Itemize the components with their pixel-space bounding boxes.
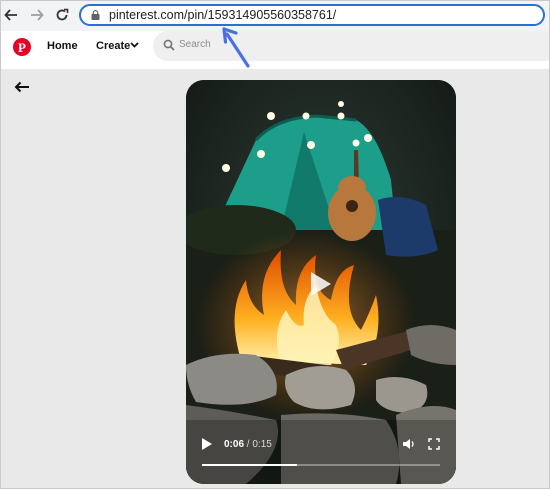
site-header: P Home Create Search <box>1 31 549 69</box>
duration: 0:15 <box>252 439 272 450</box>
back-arrow-icon[interactable] <box>14 81 30 93</box>
fullscreen-icon[interactable] <box>428 438 440 450</box>
play-overlay-icon[interactable] <box>301 266 337 302</box>
url-path: /pin/159314905560358761/ <box>184 8 337 22</box>
current-time: 0:06 <box>224 439 245 450</box>
video-controls: 0:06 / 0:15 <box>186 431 456 481</box>
url-host: pinterest.com <box>109 8 185 22</box>
browser-toolbar: pinterest.com/pin/159314905560358761/ <box>1 1 549 31</box>
nav-home[interactable]: Home <box>47 40 78 52</box>
play-icon[interactable] <box>201 437 213 451</box>
page-frame: pinterest.com/pin/159314905560358761/ P … <box>0 0 550 489</box>
volume-icon[interactable] <box>402 438 416 450</box>
forward-icon[interactable] <box>27 5 47 25</box>
annotation-arrow-icon <box>222 27 250 68</box>
search-placeholder: Search <box>179 39 211 50</box>
address-bar[interactable]: pinterest.com/pin/159314905560358761/ <box>79 4 545 26</box>
video-time: 0:06 / 0:15 <box>224 439 272 450</box>
lock-icon <box>91 10 100 20</box>
nav-create[interactable]: Create <box>96 40 130 52</box>
back-icon[interactable] <box>1 5 21 25</box>
reload-icon[interactable] <box>52 5 72 25</box>
search-icon <box>163 39 175 51</box>
video-progress-fill <box>202 464 298 466</box>
time-separator: / <box>246 439 250 450</box>
search-input[interactable]: Search <box>153 31 549 61</box>
logo-letter: P <box>18 40 26 55</box>
url-text: pinterest.com/pin/159314905560358761/ <box>109 8 336 22</box>
chevron-down-icon[interactable] <box>130 40 139 49</box>
pinterest-logo[interactable]: P <box>13 38 31 56</box>
video-progress-bar[interactable] <box>202 464 440 466</box>
